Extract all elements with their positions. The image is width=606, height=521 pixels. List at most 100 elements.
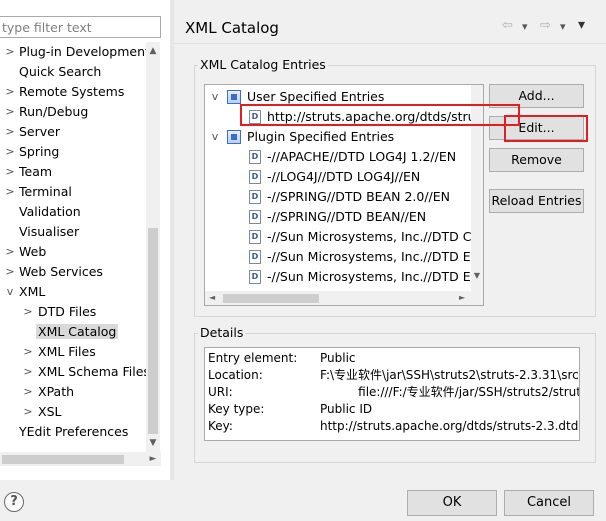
tree-item-visualiser[interactable]: Visualiser <box>4 222 79 242</box>
chevron-right-icon[interactable]: > <box>22 362 34 382</box>
chevron-right-icon[interactable]: > <box>4 182 16 202</box>
dtd-file-icon: D <box>249 110 261 124</box>
scroll-down-arrow-icon[interactable]: ▼ <box>146 436 160 450</box>
entries-horizontal-scroll-thumb[interactable] <box>223 294 319 303</box>
dtd-file-icon: D <box>249 150 261 164</box>
tree-item-label: Terminal <box>19 184 72 199</box>
back-dropdown-icon[interactable]: ▾ <box>522 20 528 33</box>
detail-key: Entry element: <box>208 351 298 365</box>
tree-item-label: DTD Files <box>38 304 97 319</box>
plugin-entry-label: -//LOG4J//DTD LOG4J//EN <box>267 169 421 184</box>
page-title: XML Catalog <box>185 19 279 37</box>
plugin-entry-label: -//Sun Microsystems, Inc.//DTD C <box>267 229 472 244</box>
tree-item-label: XML <box>19 284 46 299</box>
chevron-right-icon[interactable]: > <box>4 122 16 142</box>
tree-item-plugin-development[interactable]: > Plug-in Development <box>4 42 146 62</box>
tree-horizontal-scroll-thumb[interactable] <box>2 455 124 464</box>
scroll-up-arrow-icon[interactable]: ▲ <box>146 44 160 58</box>
tree-item-quick-search[interactable]: Quick Search <box>4 62 101 82</box>
chevron-down-icon[interactable]: v <box>4 282 16 302</box>
tree-item-xpath[interactable]: > XPath <box>22 382 74 402</box>
tree-item-remote-systems[interactable]: > Remote Systems <box>4 82 124 102</box>
scroll-right-arrow-icon[interactable]: ► <box>459 291 465 305</box>
reload-entries-button[interactable]: Reload Entries <box>489 189 584 213</box>
page-header: XML Catalog ⇦ ▾ ⇨ ▾ ▾ <box>174 0 606 44</box>
edit-button[interactable]: Edit... <box>489 116 584 140</box>
chevron-right-icon[interactable]: > <box>4 242 16 262</box>
tree-item-label: Server <box>19 124 60 139</box>
tree-item-xml-files[interactable]: > XML Files <box>22 342 95 362</box>
tree-item-xsl[interactable]: > XSL <box>22 402 61 422</box>
back-arrow-icon[interactable]: ⇦ <box>502 18 513 33</box>
tree-item-label: Validation <box>19 204 81 219</box>
dtd-file-icon: D <box>249 270 261 284</box>
detail-value: Public ID <box>320 402 373 416</box>
detail-key: Key type: <box>208 402 265 416</box>
tree-item-label: Remote Systems <box>19 84 125 99</box>
chevron-right-icon[interactable]: > <box>4 142 16 162</box>
tree-item-server[interactable]: > Server <box>4 122 60 142</box>
chevron-down-icon[interactable]: v <box>209 87 221 107</box>
forward-dropdown-icon[interactable]: ▾ <box>560 20 566 33</box>
tree-item-team[interactable]: > Team <box>4 162 52 182</box>
tree-item-label: Plug-in Development <box>19 44 146 59</box>
tree-item-yedit-preferences[interactable]: YEdit Preferences <box>4 422 128 442</box>
chevron-right-icon[interactable]: > <box>4 82 16 102</box>
tree-item-validation[interactable]: Validation <box>4 202 81 222</box>
chevron-right-icon[interactable]: > <box>22 302 34 322</box>
chevron-right-icon[interactable]: > <box>4 42 16 62</box>
tree-item-web[interactable]: > Web <box>4 242 46 262</box>
tree-item-label: Quick Search <box>19 64 102 79</box>
tree-item-run-debug[interactable]: > Run/Debug <box>4 102 88 122</box>
detail-value: Public <box>320 351 356 365</box>
dtd-file-icon: D <box>249 250 261 264</box>
user-specified-entries-label: User Specified Entries <box>247 89 385 104</box>
dialog-button-bar: ? OK Cancel <box>0 480 606 521</box>
entries-vertical-scrollbar[interactable]: ▼ <box>471 85 483 305</box>
help-icon[interactable]: ? <box>4 492 24 512</box>
cancel-button[interactable]: Cancel <box>504 490 594 516</box>
filter-box[interactable] <box>0 16 161 38</box>
tree-item-terminal[interactable]: > Terminal <box>4 182 72 202</box>
scroll-left-arrow-icon[interactable]: ◄ <box>209 291 215 305</box>
chevron-right-icon[interactable]: > <box>22 382 34 402</box>
tree-item-dtd-files[interactable]: > DTD Files <box>22 302 96 322</box>
scroll-down-arrow-icon[interactable]: ▼ <box>471 271 483 280</box>
tree-item-xml-schema-files[interactable]: > XML Schema Files <box>22 362 146 382</box>
tree-vertical-scrollbar[interactable]: ▲ ▼ <box>146 42 160 452</box>
entries-horizontal-scrollbar[interactable]: ◄ ► <box>205 291 471 305</box>
chevron-right-icon[interactable]: > <box>4 262 16 282</box>
tree-horizontal-scrollbar[interactable]: ► <box>0 452 161 466</box>
tree-item-xml[interactable]: v XML <box>4 282 46 302</box>
dtd-file-icon: D <box>249 210 261 224</box>
ok-button[interactable]: OK <box>407 490 497 516</box>
filter-input[interactable] <box>0 17 160 37</box>
tree-item-label: Run/Debug <box>19 104 89 119</box>
chevron-right-icon[interactable]: > <box>22 402 34 422</box>
tree-item-label: YEdit Preferences <box>19 424 129 439</box>
remove-button[interactable]: Remove <box>489 148 584 172</box>
details-group-label: Details <box>198 325 246 340</box>
tree-item-web-services[interactable]: > Web Services <box>4 262 103 282</box>
chevron-right-icon[interactable]: > <box>22 342 34 362</box>
detail-value: file:///F:/专业软件/jar/SSH/struts2/struts <box>320 385 580 399</box>
detail-value: F:\专业软件\jar\SSH\struts2\struts-2.3.31\sr… <box>320 368 579 382</box>
tree-item-spring[interactable]: > Spring <box>4 142 59 162</box>
tree-item-xml-catalog[interactable]: XML Catalog <box>22 322 119 342</box>
chevron-right-icon[interactable]: > <box>4 102 16 122</box>
add-button[interactable]: Add... <box>489 84 584 108</box>
plugin-entry-label: -//Sun Microsystems, Inc.//DTD E <box>267 249 471 264</box>
dtd-file-icon: D <box>249 230 261 244</box>
scroll-right-arrow-icon[interactable]: ► <box>147 452 159 466</box>
dtd-file-icon: D <box>249 190 261 204</box>
view-menu-icon[interactable]: ▾ <box>578 17 585 33</box>
tree-vertical-scroll-thumb[interactable] <box>148 228 158 434</box>
detail-key: Key: <box>208 419 233 433</box>
forward-arrow-icon[interactable]: ⇨ <box>540 18 551 33</box>
plugin-entry-label: -//SPRING//DTD BEAN//EN <box>267 209 427 224</box>
chevron-right-icon[interactable]: > <box>4 162 16 182</box>
user-entry-label: http://struts.apache.org/dtds/struts-2.3… <box>267 109 483 124</box>
tree-item-label: XSL <box>38 404 62 419</box>
chevron-down-icon[interactable]: v <box>209 127 221 147</box>
catalog-entries-tree[interactable]: v User Specified Entries D http://struts… <box>204 84 484 306</box>
